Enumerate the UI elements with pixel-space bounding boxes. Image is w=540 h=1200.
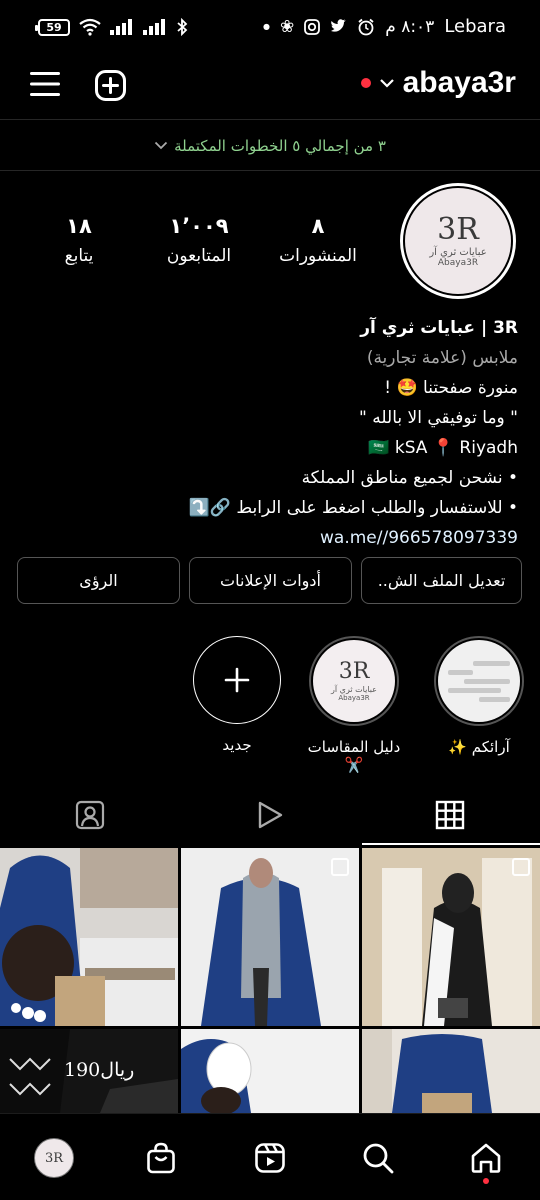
tagged-person-icon bbox=[75, 800, 105, 830]
stat-posts-value: ٨ bbox=[311, 214, 325, 238]
profile-bio: 3R | عبايات ثري آر ملابس (علامة تجارية) … bbox=[18, 313, 518, 553]
shopping-bag-icon bbox=[147, 1142, 175, 1174]
signal-icon bbox=[110, 19, 132, 35]
grid-post[interactable] bbox=[181, 848, 359, 1026]
status-bar: 59 ● ❀ ٨:٠٣ م Lebara bbox=[0, 0, 540, 58]
stat-following-label: يتابع bbox=[64, 246, 94, 266]
avatar-subtitle: عبايات ثري آر bbox=[429, 246, 487, 258]
bio-line: منورة صفحتنا 🤩 ! bbox=[384, 378, 518, 398]
highlight-new[interactable]: جديد bbox=[182, 636, 292, 754]
bio-line: • للاستفسار والطلب اضغط على الرابط 🔗⤵️ bbox=[188, 498, 518, 518]
post-image bbox=[181, 1029, 359, 1113]
highlight-logo: 3R bbox=[338, 658, 370, 684]
stat-following-value: ١٨ bbox=[66, 214, 92, 238]
profile-avatar[interactable]: 3R عبايات ثري آر Abaya3R bbox=[400, 183, 516, 299]
battery-level: 59 bbox=[46, 20, 62, 34]
nav-avatar-logo: 3R bbox=[44, 1150, 64, 1166]
plus-square-icon bbox=[95, 70, 126, 101]
stat-followers-value: ١٬٠٠٩ bbox=[169, 214, 229, 238]
username: abaya3r bbox=[402, 66, 516, 99]
twitter-icon bbox=[331, 19, 347, 32]
bio-link[interactable]: wa.me//966578097339 bbox=[320, 528, 518, 548]
post-image bbox=[0, 848, 178, 1026]
profile-tabs bbox=[0, 785, 540, 845]
highlight-reviews[interactable]: آرائكم ✨ bbox=[424, 636, 534, 756]
price-text: 190ريال bbox=[64, 1059, 135, 1081]
play-icon bbox=[258, 801, 283, 829]
profile-steps-banner[interactable]: ٣ من إجمالي ٥ الخطوات المكتملة bbox=[0, 121, 540, 171]
stat-posts-label: المنشورات bbox=[279, 246, 357, 266]
nav-home[interactable] bbox=[456, 1128, 516, 1188]
steps-text: ٣ من إجمالي ٥ الخطوات المكتملة bbox=[174, 136, 386, 155]
post-image bbox=[362, 1029, 540, 1113]
stat-followers[interactable]: ١٬٠٠٩ المتابعون bbox=[139, 214, 259, 266]
profile-avatar-small: 3R bbox=[34, 1138, 74, 1178]
battery-icon: 59 bbox=[35, 18, 70, 36]
highlight-size-guide[interactable]: 3R عبايات ثري آر Abaya3R دليل المقاسات ✂… bbox=[299, 636, 409, 774]
hamburger-icon bbox=[30, 72, 60, 96]
chevron-down-icon bbox=[154, 141, 168, 150]
bio-line: " وما توفيقي الا بالله " bbox=[359, 408, 518, 428]
clock-time: ٨:٠٣ م bbox=[385, 16, 435, 37]
create-post-button[interactable] bbox=[95, 70, 126, 105]
notification-dot-icon: ● bbox=[263, 22, 270, 31]
avatar-logo: 3R bbox=[437, 211, 479, 247]
tab-grid[interactable] bbox=[360, 785, 540, 845]
account-switcher[interactable]: abaya3r bbox=[360, 66, 516, 100]
tab-tagged[interactable] bbox=[0, 785, 180, 845]
ad-tools-button[interactable]: أدوات الإعلانات bbox=[189, 557, 352, 604]
profile-name: 3R | عبايات ثري آر bbox=[360, 318, 518, 338]
nav-shop[interactable] bbox=[131, 1128, 191, 1188]
chevron-down-icon bbox=[379, 79, 394, 88]
reels-icon bbox=[255, 1143, 285, 1173]
instagram-icon bbox=[304, 18, 321, 35]
notification-dot bbox=[360, 78, 371, 88]
profile-category[interactable]: ملابس (علامة تجارية) bbox=[18, 343, 518, 373]
highlight-label: آرائكم ✨ bbox=[448, 738, 510, 756]
bio-line: • نشحن لجميع مناطق المملكة bbox=[301, 468, 518, 488]
home-icon bbox=[471, 1143, 501, 1173]
insights-button[interactable]: الرؤى bbox=[17, 557, 180, 604]
avatar-caption: Abaya3R bbox=[437, 257, 479, 268]
bottom-navigation: 3R bbox=[0, 1113, 540, 1200]
highlight-label: دليل المقاسات ✂️ bbox=[307, 738, 401, 774]
grid-post[interactable]: 190ريال bbox=[0, 1029, 178, 1113]
bio-line: 🇸🇦 kSA 📍 Riyadh bbox=[368, 438, 518, 458]
stat-following[interactable]: ١٨ يتابع bbox=[19, 214, 139, 266]
alarm-icon bbox=[358, 18, 374, 35]
nav-reels[interactable] bbox=[240, 1128, 300, 1188]
bluetooth-icon bbox=[177, 18, 188, 36]
grape-icon: ❀ bbox=[280, 16, 295, 37]
search-icon bbox=[363, 1143, 394, 1174]
highlight-logo-caption: Abaya3R bbox=[338, 693, 370, 702]
plus-icon bbox=[224, 667, 250, 693]
top-bar: abaya3r bbox=[0, 58, 540, 120]
wifi-icon bbox=[79, 18, 101, 36]
home-notification-dot bbox=[483, 1178, 489, 1184]
edit-profile-button[interactable]: تعديل الملف الش.. bbox=[361, 557, 522, 604]
active-tab-indicator bbox=[362, 843, 540, 845]
multiple-photos-icon bbox=[331, 858, 349, 876]
stat-posts[interactable]: ٨ المنشورات bbox=[258, 214, 378, 266]
grid-post[interactable] bbox=[181, 1029, 359, 1113]
multiple-photos-icon bbox=[512, 858, 530, 876]
signal-icon-2 bbox=[143, 19, 165, 35]
grid-post[interactable] bbox=[362, 1029, 540, 1113]
grid-post[interactable] bbox=[0, 848, 178, 1026]
menu-button[interactable] bbox=[30, 71, 60, 101]
highlight-logo-subtitle: عبايات ثري آر bbox=[331, 684, 377, 694]
highlight-label: جديد bbox=[222, 736, 252, 754]
carrier-name: Lebara bbox=[444, 16, 506, 37]
nav-search[interactable] bbox=[348, 1128, 408, 1188]
grid-icon bbox=[435, 800, 465, 830]
stat-followers-label: المتابعون bbox=[166, 246, 232, 266]
tab-reels[interactable] bbox=[180, 785, 360, 845]
grid-post[interactable] bbox=[362, 848, 540, 1026]
nav-profile[interactable]: 3R bbox=[24, 1128, 84, 1188]
